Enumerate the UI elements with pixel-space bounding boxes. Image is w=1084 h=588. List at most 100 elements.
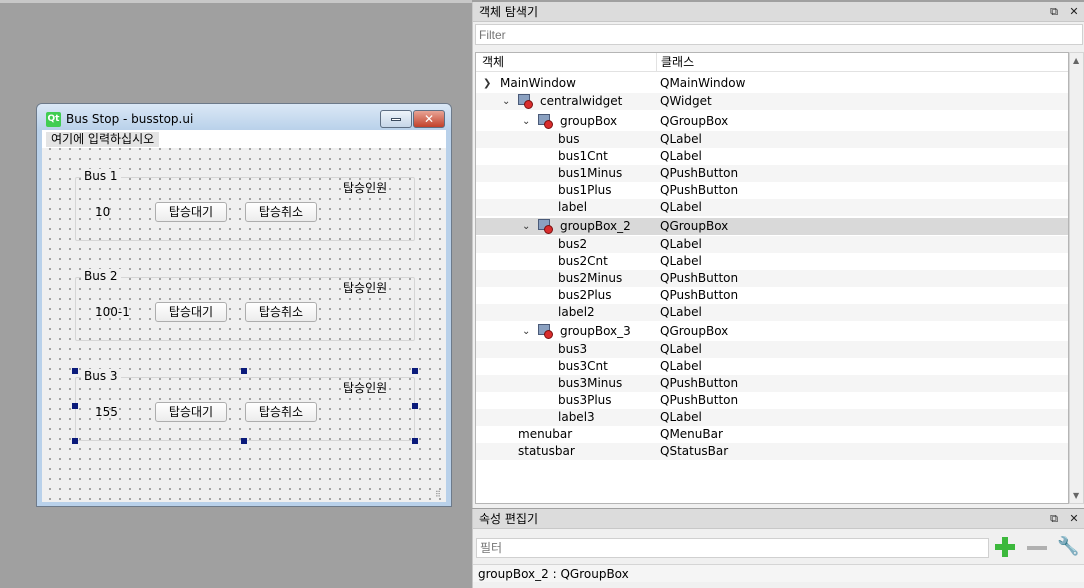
object-class: QGroupBox xyxy=(660,219,729,233)
bus2-count-label: 100-1 xyxy=(95,305,130,319)
tree-row[interactable]: label2 QLabel xyxy=(476,304,1068,321)
column-header-object[interactable]: 객체 xyxy=(478,53,504,72)
close-icon[interactable]: ✕ xyxy=(1067,5,1081,19)
form-menubar[interactable]: 여기에 입력하십시오 xyxy=(42,130,446,148)
property-filter-input[interactable] xyxy=(476,538,989,558)
tree-row[interactable]: bus3Minus QPushButton xyxy=(476,375,1068,392)
float-icon[interactable]: ⧉ xyxy=(1047,512,1061,526)
object-tree[interactable]: 객체 클래스 ❯ MainWindow QMainWindow ⌄ centra… xyxy=(475,52,1069,504)
tree-row[interactable]: bus2Plus QPushButton xyxy=(476,287,1068,304)
passenger-label-3: 탑승인원 xyxy=(343,381,388,395)
object-name: bus1Minus xyxy=(558,166,623,180)
collapse-arrow-icon[interactable]: ⌄ xyxy=(522,113,532,130)
object-class: QLabel xyxy=(660,200,702,214)
tree-row[interactable]: bus3 QLabel xyxy=(476,341,1068,358)
tree-vertical-scrollbar[interactable]: ▲ ▼ xyxy=(1069,52,1084,504)
selection-handle-left[interactable] xyxy=(72,403,78,409)
object-name: bus3Plus xyxy=(558,393,612,407)
tree-row[interactable]: menubar QMenuBar xyxy=(476,426,1068,443)
tree-row[interactable]: bus2Cnt QLabel xyxy=(476,253,1068,270)
tree-row[interactable]: ⌄ centralwidget QWidget xyxy=(476,93,1068,110)
tree-row[interactable]: bus QLabel xyxy=(476,131,1068,148)
menu-type-here-placeholder[interactable]: 여기에 입력하십시오 xyxy=(46,132,160,147)
object-filter-input[interactable] xyxy=(475,24,1083,45)
tree-row[interactable]: statusbar QStatusBar xyxy=(476,443,1068,460)
object-class: QWidget xyxy=(660,94,712,108)
object-class: QLabel xyxy=(660,132,702,146)
object-inspector-title: 객체 탐색기 xyxy=(473,2,1084,22)
tree-row[interactable]: bus1Minus QPushButton xyxy=(476,165,1068,182)
tree-row[interactable]: bus3Plus QPushButton xyxy=(476,392,1068,409)
group-box-bus2-title: Bus 2 xyxy=(81,269,121,283)
tree-row[interactable]: bus1Cnt QLabel xyxy=(476,148,1068,165)
object-class: QPushButton xyxy=(660,376,739,390)
bus1-wait-button[interactable]: 탑승대기 xyxy=(155,202,227,222)
selection-handle-top-right[interactable] xyxy=(412,368,418,374)
object-name: groupBox_3 xyxy=(560,324,631,338)
float-icon[interactable]: ⧉ xyxy=(1047,5,1061,19)
close-icon[interactable]: ✕ xyxy=(1067,512,1081,526)
object-class: QLabel xyxy=(660,237,702,251)
tree-row[interactable]: bus1Plus QPushButton xyxy=(476,182,1068,199)
tree-row[interactable]: bus3Cnt QLabel xyxy=(476,358,1068,375)
scroll-up-icon[interactable]: ▲ xyxy=(1073,56,1079,65)
canvas-top-edge xyxy=(0,0,472,3)
close-button[interactable]: ✕ xyxy=(413,110,445,128)
add-property-icon[interactable] xyxy=(995,536,1017,558)
tree-row[interactable]: ⌄ groupBox QGroupBox xyxy=(476,113,1068,130)
object-class: QLabel xyxy=(660,149,702,163)
tree-row[interactable]: bus2 QLabel xyxy=(476,236,1068,253)
tree-row[interactable]: ❯ MainWindow QMainWindow xyxy=(476,75,1068,92)
object-name: label3 xyxy=(558,410,595,424)
tree-row[interactable]: label3 QLabel xyxy=(476,409,1068,426)
bus3-count-label: 155 xyxy=(95,405,118,419)
group-box-bus3-title: Bus 3 xyxy=(81,369,121,383)
form-window[interactable]: Qt Bus Stop - busstop.ui ✕ 여기에 입력하십시오 Bu… xyxy=(36,103,452,507)
tree-row[interactable]: label QLabel xyxy=(476,199,1068,216)
object-class: QPushButton xyxy=(660,166,739,180)
object-name: bus2Minus xyxy=(558,271,623,285)
object-class: QLabel xyxy=(660,359,702,373)
bus2-wait-button[interactable]: 탑승대기 xyxy=(155,302,227,322)
object-class: QLabel xyxy=(660,254,702,268)
minimize-button[interactable] xyxy=(380,110,412,128)
object-name: menubar xyxy=(518,427,573,441)
passenger-label-1: 탑승인원 xyxy=(343,181,388,195)
selection-handle-bottom-right[interactable] xyxy=(412,438,418,444)
collapse-arrow-icon[interactable]: ❯ xyxy=(483,75,493,92)
bus3-cancel-button[interactable]: 탑승취소 xyxy=(245,402,317,422)
selection-handle-right[interactable] xyxy=(412,403,418,409)
collapse-arrow-icon[interactable]: ⌄ xyxy=(502,93,512,110)
object-name: groupBox_2 xyxy=(560,219,631,233)
tree-row-selected[interactable]: ⌄ groupBox_2 QGroupBox xyxy=(476,218,1068,235)
tree-row[interactable]: ⌄ groupBox_3 QGroupBox xyxy=(476,323,1068,340)
form-titlebar[interactable]: Qt Bus Stop - busstop.ui ✕ xyxy=(37,104,451,130)
selected-object-status: groupBox_2 : QGroupBox xyxy=(473,564,1084,582)
column-header-class[interactable]: 클래스 xyxy=(657,53,694,72)
scroll-down-icon[interactable]: ▼ xyxy=(1073,491,1079,500)
object-inspector-panel: 객체 탐색기 ⧉ ✕ 객체 클래스 ❯ MainWindow QMainWind… xyxy=(472,2,1084,508)
selection-handle-bottom-left[interactable] xyxy=(72,438,78,444)
selection-handle-top[interactable] xyxy=(241,368,247,374)
tree-header: 객체 클래스 xyxy=(476,53,1068,72)
object-class: QPushButton xyxy=(660,288,739,302)
object-name: groupBox xyxy=(560,114,618,128)
selection-handle-top-left[interactable] xyxy=(72,368,78,374)
object-class: QGroupBox xyxy=(660,114,729,128)
bus3-wait-button[interactable]: 탑승대기 xyxy=(155,402,227,422)
bus2-cancel-button[interactable]: 탑승취소 xyxy=(245,302,317,322)
collapse-arrow-icon[interactable]: ⌄ xyxy=(522,323,532,340)
object-class: QPushButton xyxy=(660,183,739,197)
tree-row[interactable]: bus2Minus QPushButton xyxy=(476,270,1068,287)
selection-handle-bottom[interactable] xyxy=(241,438,247,444)
property-editor-title: 속성 편집기 xyxy=(473,509,1084,529)
remove-property-icon[interactable] xyxy=(1027,546,1047,550)
resize-grip-icon[interactable]: ⠿ xyxy=(435,490,445,500)
object-name: bus2 xyxy=(558,237,588,251)
groupbox-icon xyxy=(538,324,554,339)
bus1-cancel-button[interactable]: 탑승취소 xyxy=(245,202,317,222)
wrench-icon[interactable]: 🔧 xyxy=(1057,536,1079,558)
collapse-arrow-icon[interactable]: ⌄ xyxy=(522,218,532,235)
passenger-label-2: 탑승인원 xyxy=(343,281,388,295)
object-class: QPushButton xyxy=(660,393,739,407)
